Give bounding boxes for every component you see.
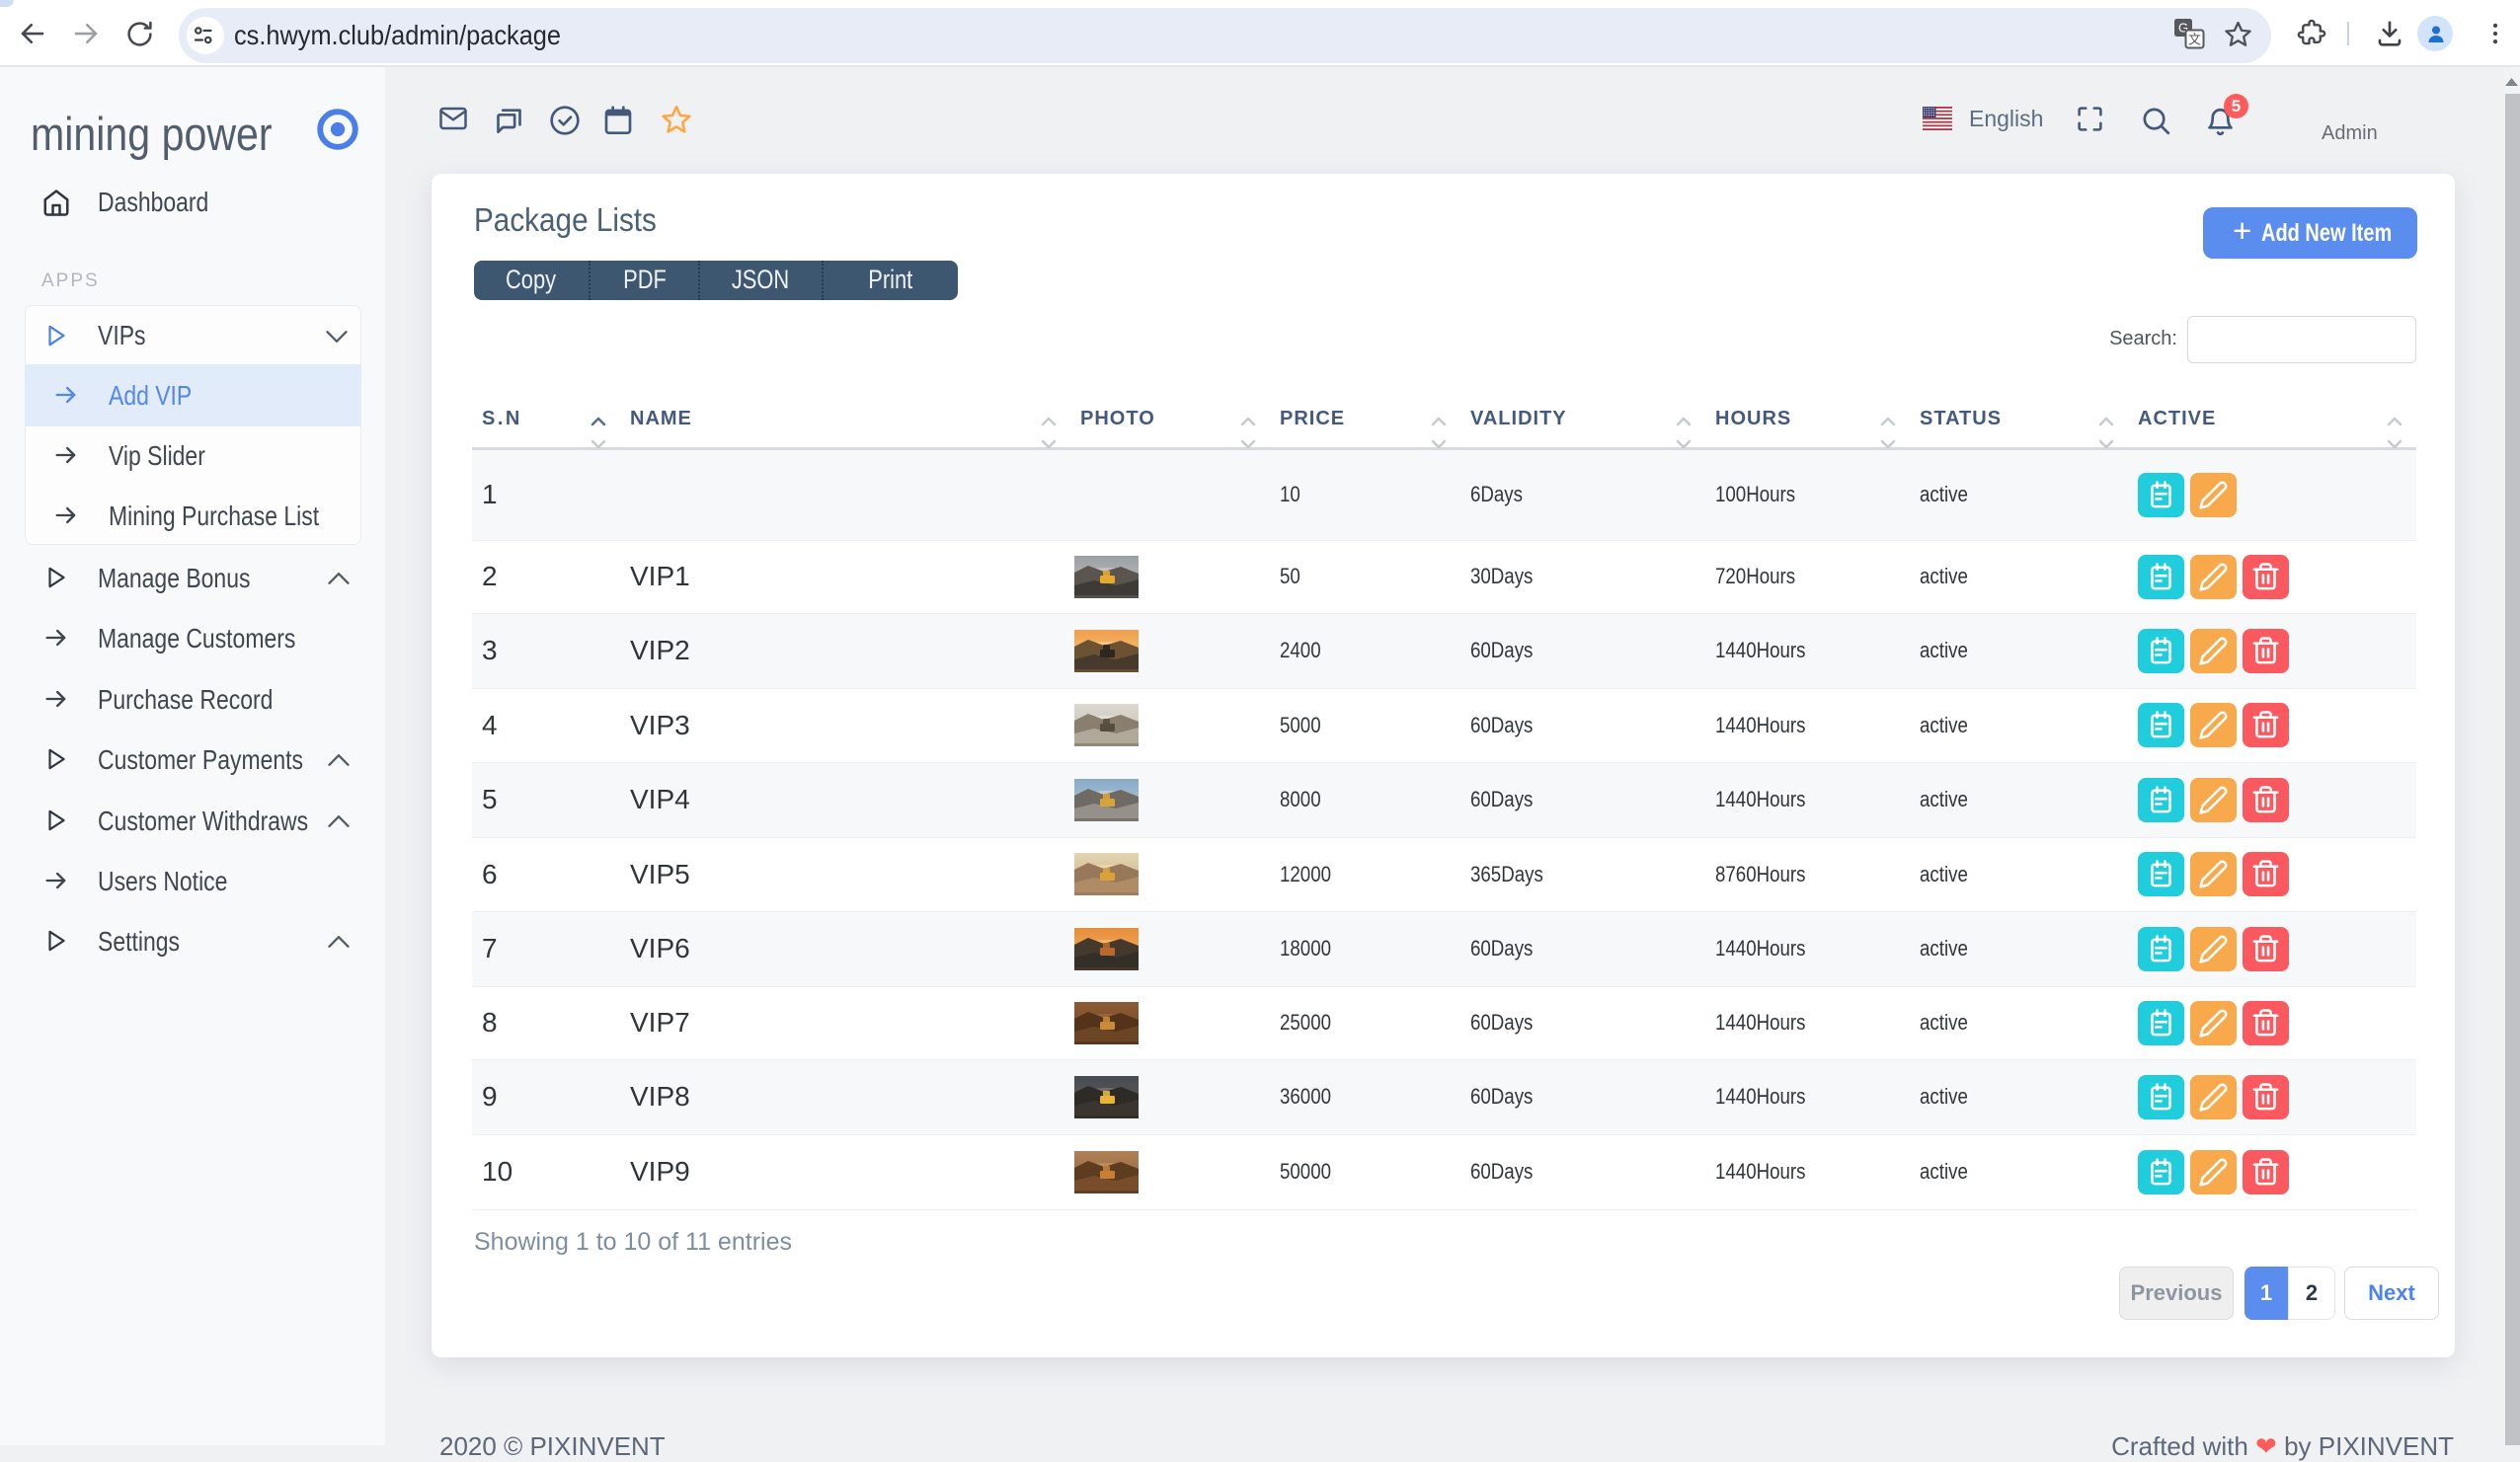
svg-text:文: 文 (2188, 33, 2201, 47)
